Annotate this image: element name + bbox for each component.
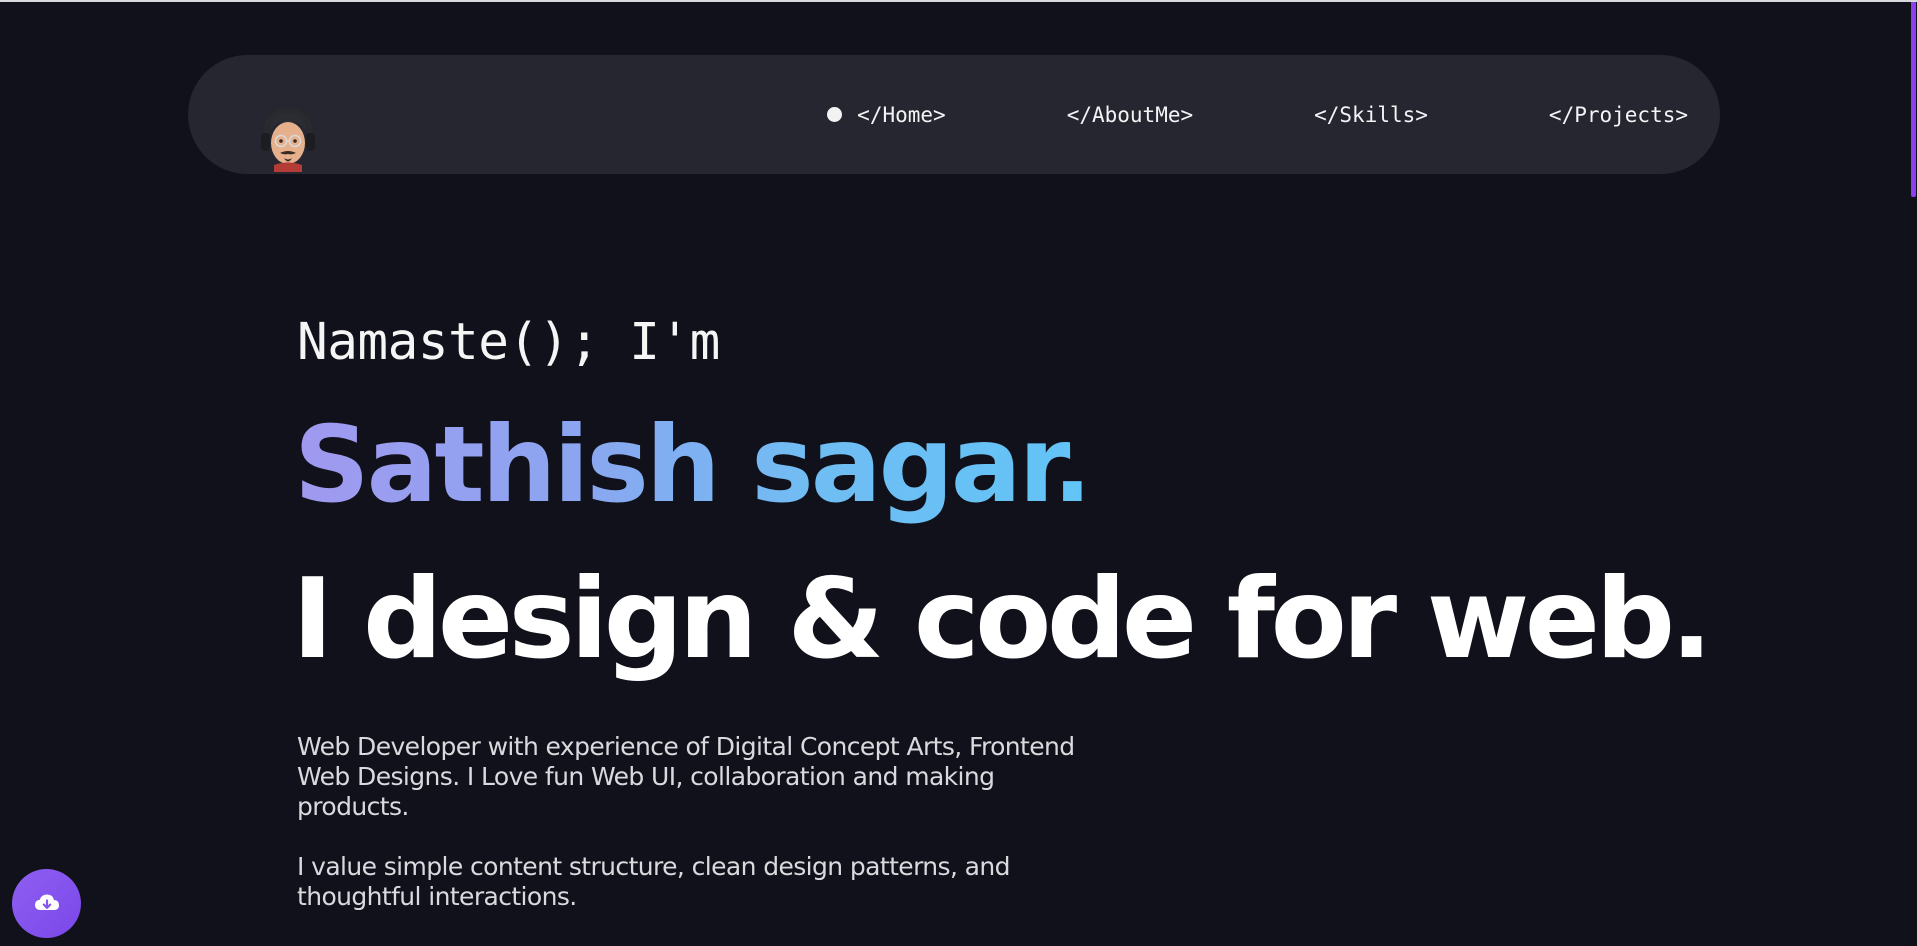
scrollbar[interactable] <box>1910 2 1917 946</box>
cloud-download-icon <box>34 894 59 910</box>
active-dot-icon <box>827 107 843 122</box>
hero-tagline: I design & code for web. <box>292 555 1713 684</box>
nav-aboutme[interactable]: </AboutMe> <box>1067 103 1193 127</box>
nav-projects[interactable]: </Projects> <box>1549 103 1688 127</box>
portfolio-page: </Home> </AboutMe> </Skills> </Projects>… <box>0 2 1910 946</box>
nav-skills[interactable]: </Skills> <box>1314 103 1428 127</box>
scrollbar-thumb[interactable] <box>1911 2 1916 197</box>
hero-greeting: Namaste(); I'm <box>297 313 720 372</box>
hero-description-1: Web Developer with experience of Digital… <box>297 732 1075 821</box>
navbar: </Home> </AboutMe> </Skills> </Projects> <box>188 55 1720 174</box>
hero-description-2: I value simple content structure, clean … <box>297 852 1011 911</box>
nav-home[interactable]: </Home> <box>827 103 946 127</box>
nav-skills-label: </Skills> <box>1314 102 1428 127</box>
nav-projects-label: </Projects> <box>1548 102 1688 127</box>
nav-aboutme-label: </AboutMe> <box>1066 102 1194 127</box>
hero-name: Sathish sagar. <box>294 400 1092 531</box>
download-cv-button[interactable] <box>12 869 81 938</box>
avatar[interactable] <box>256 105 320 172</box>
nav-home-label: </Home> <box>857 102 946 127</box>
nav-links: </Home> </AboutMe> </Skills> </Projects> <box>827 55 1688 174</box>
